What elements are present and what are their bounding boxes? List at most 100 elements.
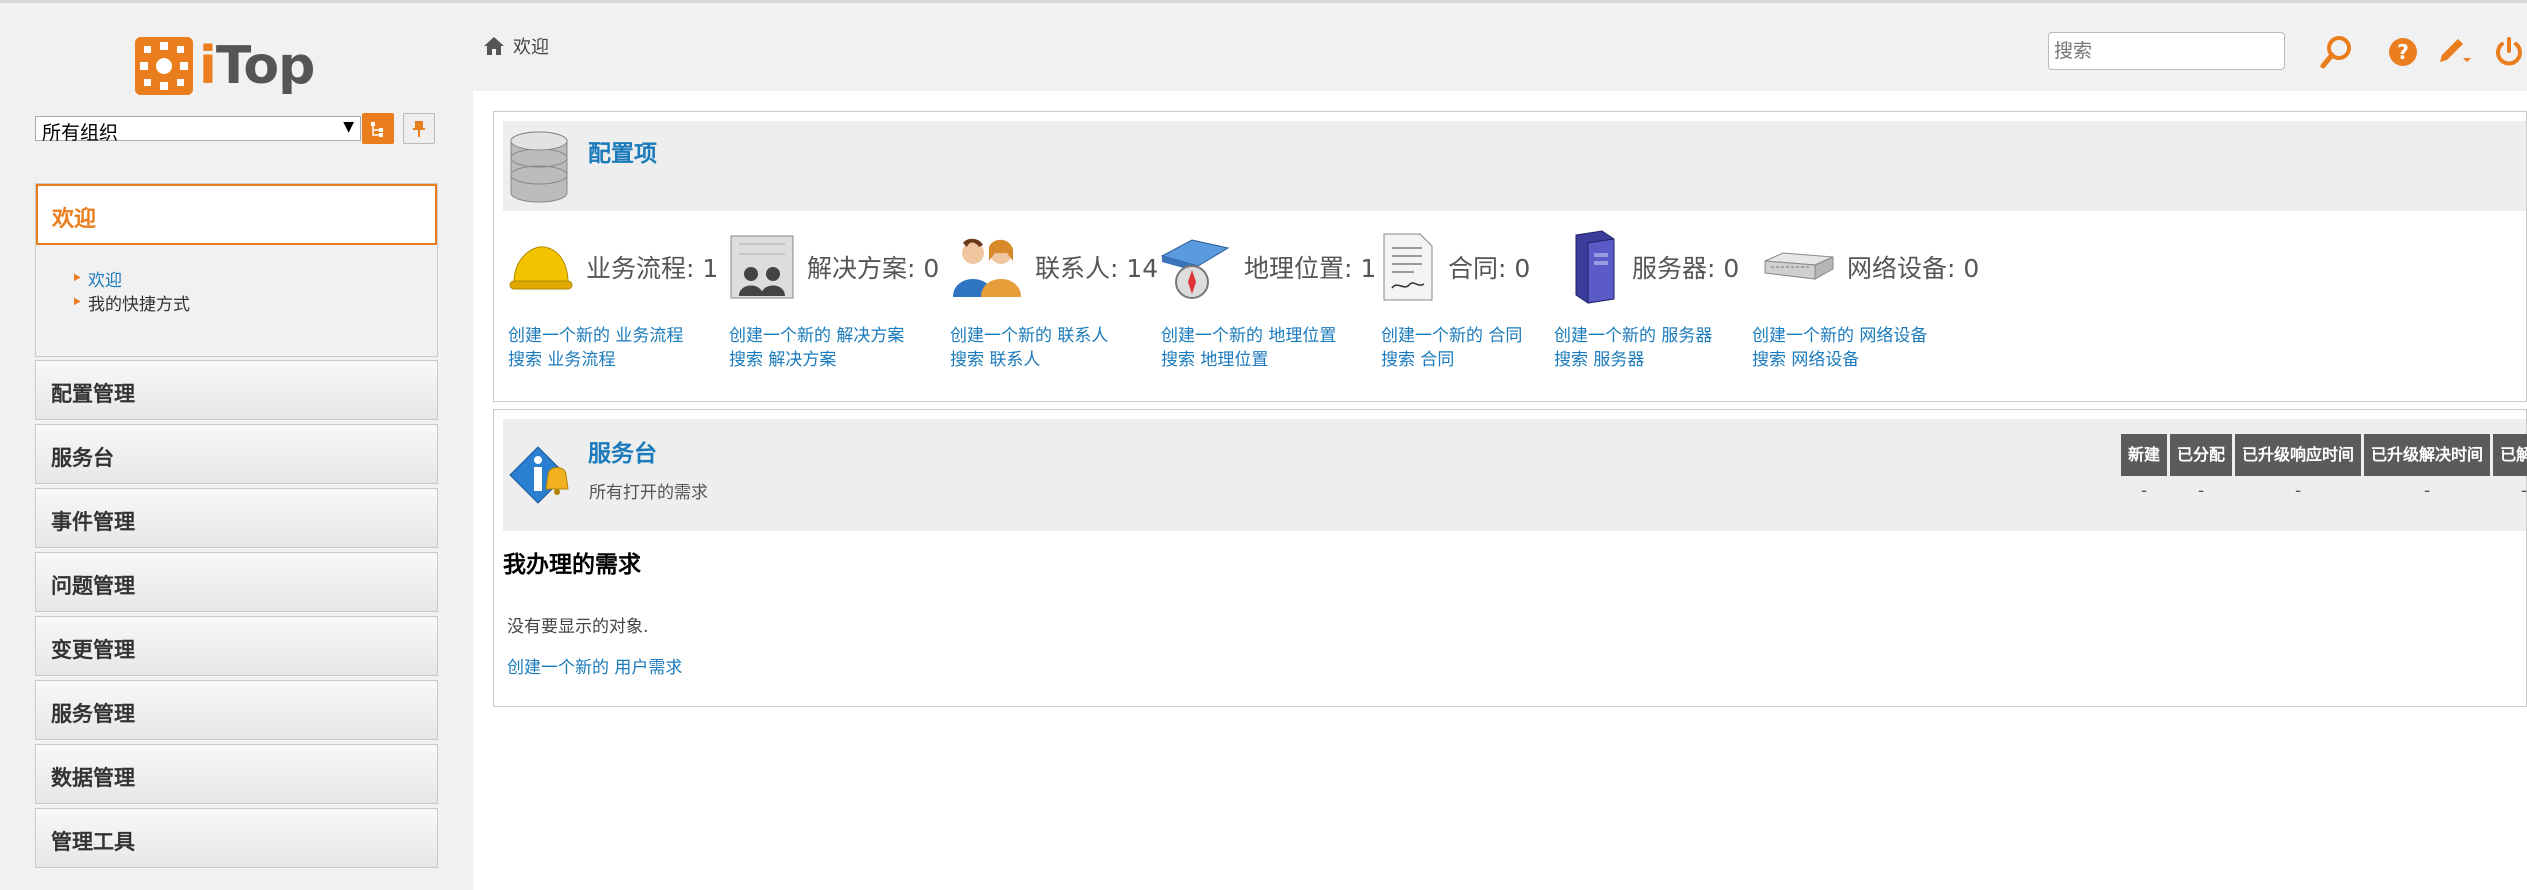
ci-contacts-label: 联系人: 14 — [1035, 254, 1159, 283]
status-header-new[interactable]: 新建 — [2121, 434, 2168, 476]
pin-icon — [413, 120, 425, 137]
menu-service-desk[interactable]: 服务台 — [35, 424, 438, 484]
status-header-resolved[interactable]: 已解决 — [2493, 434, 2527, 476]
pencil-icon — [2440, 39, 2471, 62]
search-contract-link[interactable]: 搜索 合同 — [1381, 348, 1522, 372]
create-location-link[interactable]: 创建一个新的 地理位置 — [1161, 324, 1336, 348]
ci-location: 地理位置: 1 — [1158, 232, 1376, 302]
itop-logo-icon — [135, 37, 193, 95]
ci-location-links: 创建一个新的 地理位置 搜索 地理位置 — [1161, 324, 1336, 372]
itop-logo[interactable]: iTop — [135, 36, 315, 96]
status-value-new[interactable]: - — [2121, 476, 2167, 506]
welcome-submenu: 欢迎 我的快捷方式 — [71, 266, 437, 317]
main-content: 欢迎 ? — [473, 3, 2527, 890]
service-desk-panel: 服务台 所有打开的需求 新建 - 已分配 - 已升级响应时间 - 已升级解决时间… — [493, 409, 2527, 707]
search-server-link[interactable]: 搜索 服务器 — [1554, 348, 1712, 372]
status-col-assigned: 已分配 - — [2170, 434, 2233, 506]
status-header-escalated-ttr[interactable]: 已升级解决时间 — [2364, 434, 2491, 476]
ci-network-device: 网络设备: 0 — [1763, 232, 1979, 302]
status-value-escalated-tto[interactable]: - — [2235, 476, 2361, 506]
ci-contract-label: 合同: 0 — [1448, 254, 1531, 283]
search-input[interactable] — [2048, 32, 2285, 70]
status-header-assigned[interactable]: 已分配 — [2170, 434, 2233, 476]
status-value-resolved[interactable]: - — [2493, 476, 2527, 506]
ci-network-device-label: 网络设备: 0 — [1847, 254, 1980, 283]
help-icon: ? — [2389, 38, 2417, 66]
search-contact-link[interactable]: 搜索 联系人 — [950, 348, 1108, 372]
ci-business-process-label: 业务流程: 1 — [586, 254, 719, 283]
welcome-menu-header[interactable]: 欢迎 — [36, 184, 437, 245]
create-solution-link[interactable]: 创建一个新的 解决方案 — [729, 324, 904, 348]
organization-select[interactable]: 所有组织 ▼ — [35, 116, 361, 144]
service-desk-info-icon — [508, 445, 572, 511]
organization-select-value: 所有组织 — [42, 122, 119, 144]
network-device-icon — [1764, 252, 1834, 280]
search-business-process-link[interactable]: 搜索 业务流程 — [508, 348, 683, 372]
hardhat-icon — [509, 246, 573, 290]
welcome-menu-group: 欢迎 欢迎 我的快捷方式 — [35, 183, 438, 357]
create-business-process-link[interactable]: 创建一个新的 业务流程 — [508, 324, 683, 348]
power-icon — [2496, 37, 2522, 66]
svg-text:?: ? — [2397, 40, 2409, 64]
menu-service-management[interactable]: 服务管理 — [35, 680, 438, 740]
ci-location-label: 地理位置: 1 — [1244, 254, 1377, 283]
menu-incident-management[interactable]: 事件管理 — [35, 488, 438, 548]
org-tree-button[interactable] — [362, 113, 394, 144]
search-icon — [2320, 36, 2351, 69]
ci-solution-links: 创建一个新的 解决方案 搜索 解决方案 — [729, 324, 904, 372]
pin-org-button[interactable] — [403, 113, 435, 144]
ci-business-process: 业务流程: 1 — [508, 232, 718, 302]
my-requests-title: 我办理的需求 — [503, 552, 641, 578]
ci-contract: 合同: 0 — [1378, 232, 1530, 302]
edit-button[interactable] — [2435, 33, 2473, 71]
search-network-device-link[interactable]: 搜索 网络设备 — [1752, 348, 1927, 372]
submenu-item-shortcuts[interactable]: 我的快捷方式 — [71, 290, 437, 317]
menu-config-management[interactable]: 配置管理 — [35, 360, 438, 420]
database-icon — [508, 131, 570, 211]
ci-server-links: 创建一个新的 服务器 搜索 服务器 — [1554, 324, 1712, 372]
status-col-resolved: 已解决 - — [2493, 434, 2527, 506]
dropdown-arrow-icon: ▼ — [343, 119, 354, 135]
create-network-device-link[interactable]: 创建一个新的 网络设备 — [1752, 324, 1927, 348]
ci-contacts: 联系人: 14 — [949, 232, 1158, 302]
ci-contract-links: 创建一个新的 合同 搜索 合同 — [1381, 324, 1522, 372]
ci-network-device-links: 创建一个新的 网络设备 搜索 网络设备 — [1752, 324, 1927, 372]
status-value-assigned[interactable]: - — [2170, 476, 2232, 506]
ci-contacts-links: 创建一个新的 联系人 搜索 联系人 — [950, 324, 1108, 372]
config-items-title[interactable]: 配置项 — [588, 134, 657, 168]
location-icon — [1160, 239, 1230, 299]
menu-data-management[interactable]: 数据管理 — [35, 744, 438, 804]
contract-icon — [1383, 233, 1433, 301]
status-col-escalated-ttr: 已升级解决时间 - — [2364, 434, 2491, 506]
contacts-icon — [953, 238, 1021, 297]
create-contract-link[interactable]: 创建一个新的 合同 — [1381, 324, 1522, 348]
ci-business-process-links: 创建一个新的 业务流程 搜索 业务流程 — [508, 324, 683, 372]
status-value-escalated-ttr[interactable]: - — [2364, 476, 2490, 506]
create-user-request-link[interactable]: 创建一个新的 用户需求 — [507, 653, 682, 678]
request-status-table: 新建 - 已分配 - 已升级响应时间 - 已升级解决时间 - 已解决 - — [2121, 434, 2527, 506]
ci-solution: 解决方案: 0 — [729, 232, 939, 302]
breadcrumb-label[interactable]: 欢迎 — [513, 33, 549, 59]
create-contact-link[interactable]: 创建一个新的 联系人 — [950, 324, 1108, 348]
server-icon — [1575, 230, 1615, 304]
ci-server: 服务器: 0 — [1566, 230, 1739, 304]
submenu-item-welcome[interactable]: 欢迎 — [71, 266, 437, 293]
logoff-button[interactable] — [2490, 33, 2527, 71]
menu-problem-management[interactable]: 问题管理 — [35, 552, 438, 612]
home-icon[interactable] — [483, 36, 505, 56]
search-location-link[interactable]: 搜索 地理位置 — [1161, 348, 1336, 372]
status-col-new: 新建 - — [2121, 434, 2168, 506]
create-server-link[interactable]: 创建一个新的 服务器 — [1554, 324, 1712, 348]
config-items-panel: 配置项 业务流程: 1 解决方案: 0 联系人: 14 地理位置: 1 合同: … — [493, 111, 2527, 402]
itop-logo-text: iTop — [199, 36, 315, 96]
status-header-escalated-tto[interactable]: 已升级响应时间 — [2235, 434, 2362, 476]
service-desk-title[interactable]: 服务台 — [588, 434, 657, 468]
menu-change-management[interactable]: 变更管理 — [35, 616, 438, 676]
search-solution-link[interactable]: 搜索 解决方案 — [729, 348, 904, 372]
sidebar: iTop 所有组织 ▼ 欢迎 欢迎 我的快捷方式 配置管理 服务台 事件管理 问… — [0, 3, 473, 890]
menu-admin-tools[interactable]: 管理工具 — [35, 808, 438, 868]
search-button[interactable] — [2318, 33, 2356, 71]
help-button[interactable]: ? — [2384, 33, 2422, 71]
tree-icon — [371, 121, 383, 137]
breadcrumb: 欢迎 — [483, 33, 549, 59]
